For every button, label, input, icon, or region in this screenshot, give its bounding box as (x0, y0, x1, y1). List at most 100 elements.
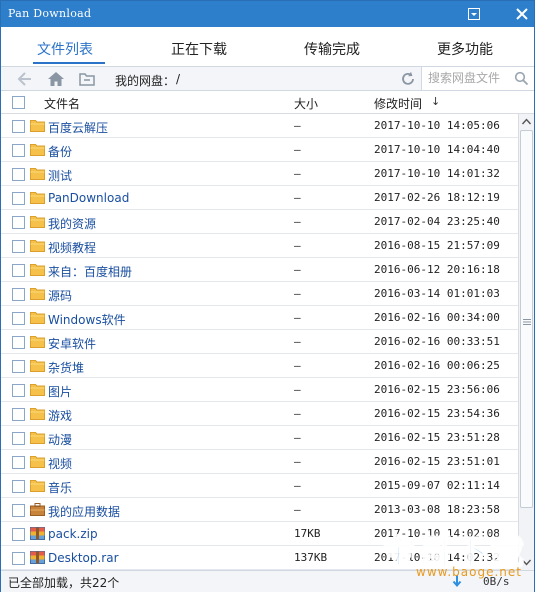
row-checkbox[interactable] (12, 504, 25, 517)
file-size: – (294, 143, 301, 156)
home-icon[interactable] (47, 71, 65, 87)
file-name[interactable]: 图片 (48, 383, 72, 400)
file-row[interactable]: 游戏 – 2016-02-15 23:54:36 (1, 402, 518, 426)
row-checkbox[interactable] (12, 408, 25, 421)
row-checkbox[interactable] (12, 240, 25, 253)
title-bar[interactable]: Pan Download (1, 1, 534, 27)
file-name[interactable]: 源码 (48, 287, 72, 304)
close-icon[interactable] (514, 6, 530, 22)
file-row[interactable]: 百度云解压 – 2017-10-10 14:05:06 (1, 114, 518, 138)
file-name[interactable]: 杂货堆 (48, 359, 84, 376)
file-modified: 2016-08-15 21:57:09 (374, 239, 500, 252)
row-checkbox[interactable] (12, 360, 25, 373)
main-tabs: 文件列表 正在下载 传输完成 更多功能 (1, 27, 534, 66)
row-checkbox[interactable] (12, 528, 25, 541)
row-checkbox[interactable] (12, 216, 25, 229)
folder-icon (30, 383, 45, 396)
file-row[interactable]: 我的应用数据 – 2013-03-08 18:23:58 (1, 498, 518, 522)
file-modified: 2017-10-10 14:04:40 (374, 143, 500, 156)
file-row[interactable]: 视频 – 2016-02-15 23:51:01 (1, 450, 518, 474)
file-name[interactable]: Desktop.rar (48, 551, 119, 565)
refresh-icon[interactable] (399, 70, 417, 88)
path-label: 我的网盘： (115, 74, 176, 88)
file-modified: 2017-02-04 23:25:40 (374, 215, 500, 228)
column-header-size[interactable]: 大小 (294, 95, 318, 112)
file-row[interactable]: 音乐 – 2015-09-07 02:11:14 (1, 474, 518, 498)
file-row[interactable]: 视频教程 – 2016-08-15 21:57:09 (1, 234, 518, 258)
row-checkbox[interactable] (12, 168, 25, 181)
file-row[interactable]: 来自：百度相册 – 2016-06-12 20:16:18 (1, 258, 518, 282)
current-path[interactable]: / (176, 72, 180, 86)
minimize-icon[interactable] (466, 6, 482, 22)
folder-icon (30, 287, 45, 300)
row-checkbox[interactable] (12, 312, 25, 325)
row-checkbox[interactable] (12, 192, 25, 205)
tab-more[interactable]: 更多功能 (437, 39, 493, 59)
file-size: – (294, 455, 301, 468)
file-modified: 2016-06-12 20:16:18 (374, 263, 500, 276)
file-name[interactable]: Windows软件 (48, 311, 126, 328)
select-all-checkbox[interactable] (12, 96, 25, 109)
file-size: – (294, 431, 301, 444)
row-checkbox[interactable] (12, 264, 25, 277)
archive-icon (30, 551, 45, 564)
file-name[interactable]: 备份 (48, 143, 72, 160)
row-checkbox[interactable] (12, 384, 25, 397)
file-name[interactable]: 游戏 (48, 407, 72, 424)
file-row[interactable]: PanDownload – 2017-02-26 18:12:19 (1, 186, 518, 210)
file-name[interactable]: 音乐 (48, 479, 72, 496)
row-checkbox[interactable] (12, 288, 25, 301)
file-size: – (294, 407, 301, 420)
pan-download-window: Pan Download 文件列表 正在下载 传输完成 更多功能 我的网盘： / (0, 0, 535, 592)
file-modified: 2016-02-16 00:33:51 (374, 335, 500, 348)
file-name[interactable]: 我的应用数据 (48, 503, 120, 520)
file-size: – (294, 191, 301, 204)
file-name[interactable]: 测试 (48, 167, 72, 184)
file-name[interactable]: 视频教程 (48, 239, 96, 256)
file-name[interactable]: 来自：百度相册 (48, 263, 132, 280)
file-name[interactable]: 动漫 (48, 431, 72, 448)
file-modified: 2016-02-16 00:06:25 (374, 359, 500, 372)
file-row[interactable]: 测试 – 2017-10-10 14:01:32 (1, 162, 518, 186)
file-row[interactable]: 动漫 – 2016-02-15 23:51:28 (1, 426, 518, 450)
back-arrow-icon[interactable] (16, 71, 34, 87)
file-size: – (294, 479, 301, 492)
parent-folder-icon[interactable] (78, 71, 96, 87)
file-row[interactable]: 源码 – 2016-03-14 01:01:03 (1, 282, 518, 306)
search-icon[interactable] (514, 71, 529, 86)
file-row[interactable]: 我的资源 – 2017-02-04 23:25:40 (1, 210, 518, 234)
scrollbar-thumb[interactable] (520, 130, 533, 508)
tab-completed[interactable]: 传输完成 (304, 39, 360, 59)
scroll-up-icon[interactable] (519, 114, 534, 130)
tab-file-list[interactable]: 文件列表 (37, 39, 93, 59)
row-checkbox[interactable] (12, 456, 25, 469)
file-name[interactable]: 安卓软件 (48, 335, 96, 352)
file-name[interactable]: pack.zip (48, 527, 98, 541)
search-input[interactable] (428, 70, 512, 86)
row-checkbox[interactable] (12, 120, 25, 133)
vertical-scrollbar[interactable] (518, 114, 534, 570)
row-checkbox[interactable] (12, 144, 25, 157)
column-header-modified[interactable]: 修改时间 (374, 95, 422, 112)
search-box (421, 67, 534, 90)
folder-icon (30, 359, 45, 372)
file-name[interactable]: 视频 (48, 455, 72, 472)
file-modified: 2015-09-07 02:11:14 (374, 479, 500, 492)
row-checkbox[interactable] (12, 480, 25, 493)
file-name[interactable]: PanDownload (48, 191, 129, 205)
window-title: Pan Download (8, 7, 92, 20)
file-row[interactable]: 图片 – 2016-02-15 23:56:06 (1, 378, 518, 402)
file-name[interactable]: 我的资源 (48, 215, 96, 232)
column-header-name[interactable]: 文件名 (44, 95, 80, 112)
row-checkbox[interactable] (12, 336, 25, 349)
file-row[interactable]: 安卓软件 – 2016-02-16 00:33:51 (1, 330, 518, 354)
row-checkbox[interactable] (12, 552, 25, 565)
file-row[interactable]: Windows软件 – 2016-02-16 00:34:00 (1, 306, 518, 330)
row-checkbox[interactable] (12, 432, 25, 445)
file-name[interactable]: 百度云解压 (48, 119, 108, 136)
watermark-url: www.baoge.net (416, 565, 522, 579)
file-row[interactable]: 备份 – 2017-10-10 14:04:40 (1, 138, 518, 162)
file-row[interactable]: 杂货堆 – 2016-02-16 00:06:25 (1, 354, 518, 378)
file-size: – (294, 503, 301, 516)
tab-downloading[interactable]: 正在下载 (171, 39, 227, 59)
